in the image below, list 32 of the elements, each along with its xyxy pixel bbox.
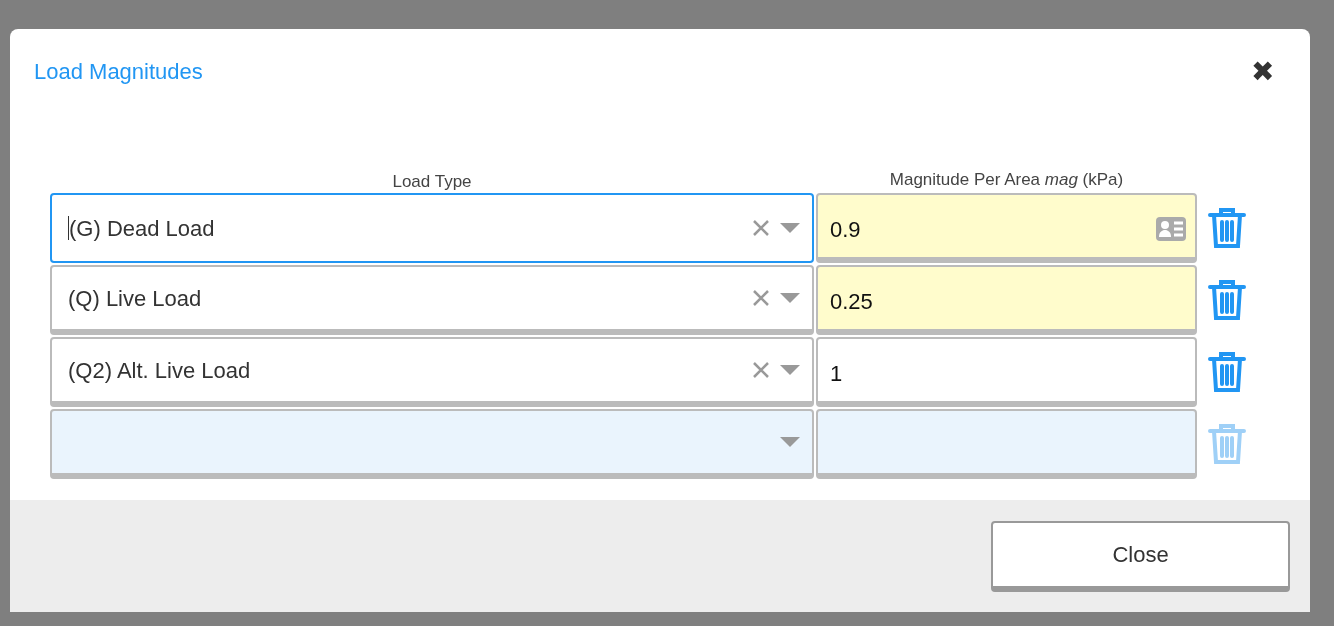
- magnitude-field[interactable]: [816, 409, 1197, 480]
- caret-icon[interactable]: [780, 437, 800, 448]
- load-type-select[interactable]: (Q) Live Load: [50, 265, 814, 336]
- magnitude-field[interactable]: 1: [816, 337, 1197, 408]
- load-type-value: (G) Dead Load: [69, 214, 216, 243]
- magnitude-value: 1: [830, 359, 844, 388]
- load-type-select[interactable]: (Q2) Alt. Live Load: [50, 337, 814, 408]
- text-cursor: [68, 216, 69, 241]
- magnitude-field[interactable]: 0.9: [816, 193, 1197, 264]
- caret-icon[interactable]: [780, 365, 800, 376]
- dialog-title: Load Magnitudes: [34, 58, 203, 86]
- close-button[interactable]: ✖: [1251, 57, 1274, 86]
- caret-icon[interactable]: [780, 293, 800, 304]
- trash-icon[interactable]: [1208, 350, 1246, 395]
- column-header: Load Type: [391, 171, 473, 193]
- close-button[interactable]: Close: [991, 521, 1290, 592]
- trash-icon[interactable]: [1208, 206, 1246, 251]
- trash-icon[interactable]: [1208, 278, 1246, 323]
- load-type-value: (Q2) Alt. Live Load: [68, 356, 252, 385]
- load-type-value: (Q) Live Load: [68, 284, 203, 313]
- clear-icon[interactable]: [752, 289, 770, 308]
- load-type-select[interactable]: [50, 409, 814, 480]
- contact-card-icon[interactable]: [1155, 216, 1187, 243]
- clear-icon[interactable]: [752, 219, 770, 238]
- column-header: Magnitude Per Area mag (kPa): [888, 169, 1125, 191]
- load-type-select[interactable]: (G) Dead Load: [50, 193, 814, 264]
- clear-icon[interactable]: [752, 361, 770, 380]
- magnitude-field[interactable]: 0.25: [816, 265, 1197, 336]
- caret-icon[interactable]: [780, 223, 800, 234]
- trash-icon: [1208, 422, 1246, 467]
- magnitude-value: 0.25: [830, 287, 874, 316]
- magnitude-value: 0.9: [830, 215, 862, 244]
